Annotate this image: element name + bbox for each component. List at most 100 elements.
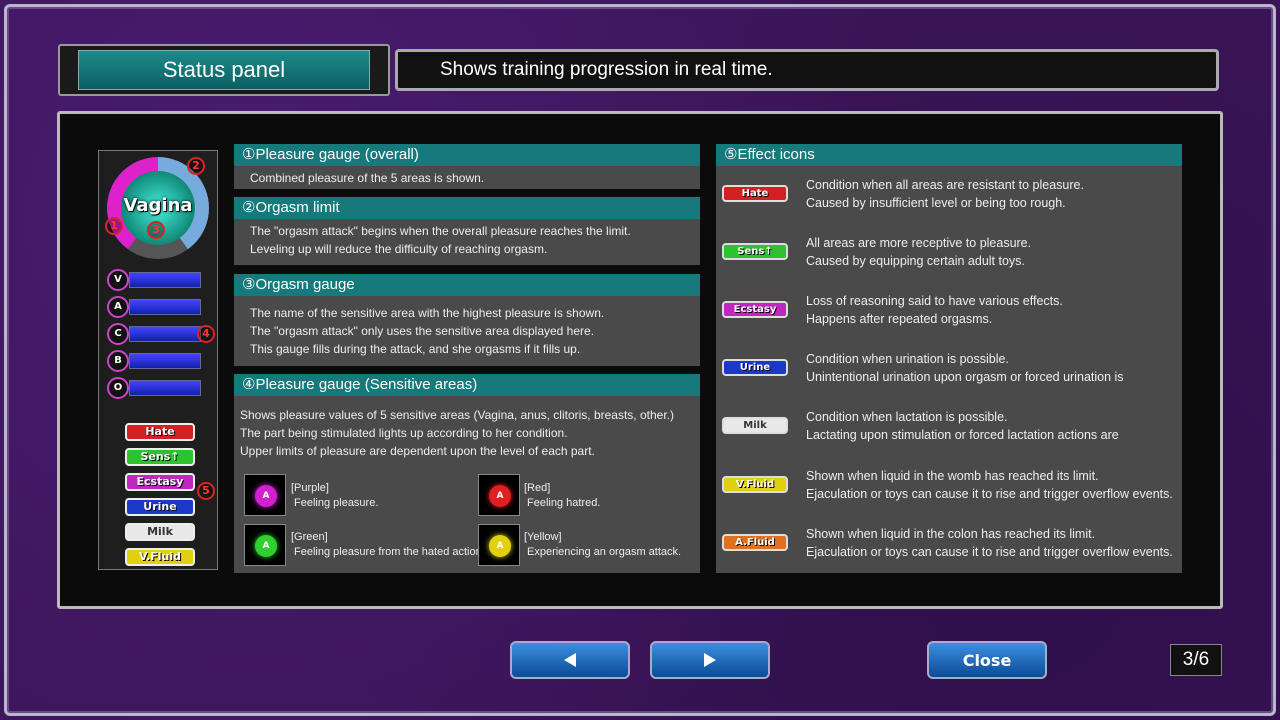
effect-line: Loss of reasoning said to have various e… [806,294,1063,308]
section-pleasure-overall: ①Pleasure gauge (overall) Combined pleas… [234,144,700,189]
gauge-bar-a: A [107,296,203,318]
effect-line: Caused by equipping certain adult toys. [806,254,1025,268]
state-color-label: [Red] [524,482,551,494]
sens-effect-icon: Sens↑ [722,243,788,260]
effect-line: Shown when liquid in the womb has reache… [806,469,1099,483]
gauge-fill [129,272,201,288]
marker-5: 5 [197,482,215,500]
state-red-text: [Red] Feeling hatred. [524,481,600,511]
state-letter: A [255,535,277,557]
urine-effect-icon: Urine [722,359,788,376]
state-desc: Experiencing an orgasm attack. [527,546,682,558]
gauge-fill [129,380,201,396]
marker-3: 3 [147,221,165,239]
state-green-text: [Green] Feeling pleasure from the hated a… [291,530,485,560]
section-line: Upper limits of pleasure are dependent u… [240,444,595,458]
gauge-fill [129,353,201,369]
red-state-icon: A [478,474,520,516]
effect-line: Ejaculation or toys can cause it to rise… [806,487,1173,501]
section-line: Shows pleasure values of 5 sensitive are… [240,408,674,422]
afluid-effect-desc: Shown when liquid in the colon has reach… [806,525,1173,561]
section-title: ⑤Effect icons [716,144,1182,166]
effect-line: Caused by insufficient level or being to… [806,196,1066,210]
page-indicator: 3/6 [1170,644,1222,676]
gauge-letter: V [107,269,129,291]
purple-state-icon: A [244,474,286,516]
gauge-fill [129,299,201,315]
ecstasy-effect-icon: Ecstasy [722,301,788,318]
gauge-letter: B [107,350,129,372]
gauge-bar-v: V [107,269,203,291]
gauge-letter: O [107,377,129,399]
afluid-effect-icon: A.Fluid [722,534,788,551]
marker-2: 2 [187,157,205,175]
state-color-label: [Purple] [291,482,329,494]
yellow-state-icon: A [478,524,520,566]
page-title: Status panel [78,50,370,90]
sens-effect-desc: All areas are more receptive to pleasure… [806,234,1031,270]
effect-line: Unintentional urination upon orgasm or f… [806,370,1124,384]
gauge-fill [129,326,201,342]
marker-4: 4 [197,325,215,343]
state-yellow-text: [Yellow] Experiencing an orgasm attack. [524,530,681,560]
vfluid-effect-desc: Shown when liquid in the womb has reache… [806,467,1173,503]
state-desc: Feeling pleasure. [294,497,379,509]
effect-line: Condition when lactation is possible. [806,410,1008,424]
state-desc: Feeling pleasure from the hated action. [294,546,485,558]
effect-line: Condition when urination is possible. [806,352,1009,366]
arrow-left-icon [564,653,576,667]
state-purple-text: [Purple] Feeling pleasure. [291,481,378,511]
section-line: The name of the sensitive area with the … [250,306,605,320]
section-line: This gauge fills during the attack, and … [250,342,581,356]
effect-line: All areas are more receptive to pleasure… [806,236,1032,250]
section-line: The part being stimulated lights up acco… [240,426,568,440]
marker-1: 1 [105,217,123,235]
effect-urine-badge: Urine [125,498,195,516]
section-line: The "orgasm attack" begins when the over… [250,224,631,238]
title-plate: Status panel [58,44,390,96]
gauge-bar-b: B [107,350,203,372]
state-letter: A [255,485,277,507]
previous-page-button[interactable] [510,641,630,679]
effect-sens-badge: Sens↑ [125,448,195,466]
effect-ecstasy-badge: Ecstasy [125,473,195,491]
gauge-letter: C [107,323,129,345]
vfluid-effect-icon: V.Fluid [722,476,788,493]
close-button[interactable]: Close [927,641,1047,679]
effect-line: Happens after repeated orgasms. [806,312,993,326]
effect-line: Condition when all areas are resistant t… [806,178,1084,192]
section-orgasm-gauge: ③Orgasm gauge The name of the sensitive … [234,274,700,366]
arrow-right-icon [704,653,716,667]
state-desc: Feeling hatred. [527,497,601,509]
section-orgasm-limit: ②Orgasm limit The "orgasm attack" begins… [234,197,700,265]
section-line: Leveling up will reduce the difficulty o… [250,242,548,256]
ecstasy-effect-desc: Loss of reasoning said to have various e… [806,292,1063,328]
section-line: The "orgasm attack" only uses the sensit… [250,324,595,338]
state-letter: A [489,485,511,507]
section-title: ④Pleasure gauge (Sensitive areas) [234,374,700,396]
milk-effect-icon: Milk [722,417,788,434]
effect-vfluid-badge: V.Fluid [125,548,195,566]
area-name-label: Vagina [123,195,193,216]
gauge-letter: A [107,296,129,318]
state-letter: A [489,535,511,557]
section-title: ②Orgasm limit [234,197,700,219]
hate-effect-icon: Hate [722,185,788,202]
milk-effect-desc: Condition when lactation is possible. Lac… [806,408,1119,444]
state-color-label: [Yellow] [524,531,562,543]
green-state-icon: A [244,524,286,566]
effect-hate-badge: Hate [125,423,195,441]
next-page-button[interactable] [650,641,770,679]
page-description: Shows training progression in real time. [395,49,1219,91]
effect-line: Shown when liquid in the colon has reach… [806,527,1096,541]
gauge-bar-c: C [107,323,203,345]
effect-milk-badge: Milk [125,523,195,541]
section-line: Combined pleasure of the 5 areas is show… [250,171,485,185]
urine-effect-desc: Condition when urination is possible. Uni… [806,350,1124,386]
section-title: ①Pleasure gauge (overall) [234,144,700,166]
gauge-bar-o: O [107,377,203,399]
effect-line: Lactating upon stimulation or forced lac… [806,428,1119,442]
section-title: ③Orgasm gauge [234,274,700,296]
state-color-label: [Green] [291,531,328,543]
effect-line: Ejaculation or toys can cause it to rise… [806,545,1173,559]
